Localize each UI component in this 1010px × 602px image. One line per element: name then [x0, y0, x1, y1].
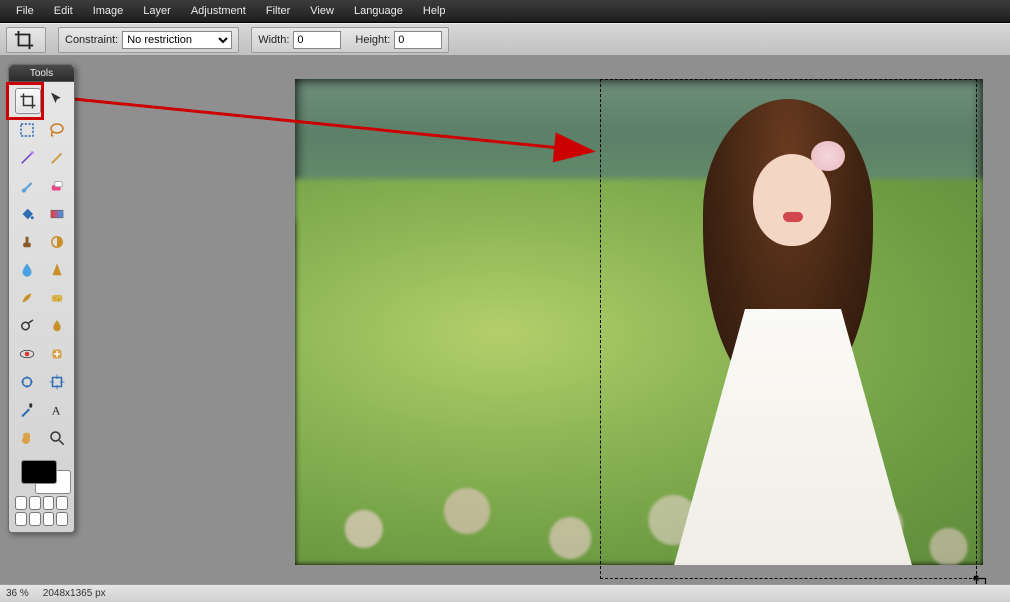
status-dimensions: 2048x1365 px — [43, 588, 106, 599]
preset-swatch[interactable] — [29, 512, 41, 526]
photo-content — [295, 79, 983, 565]
size-group: Width: Height: — [251, 27, 449, 53]
tools-panel-title: Tools — [9, 65, 74, 82]
menu-file[interactable]: File — [6, 0, 44, 22]
preset-swatch[interactable] — [43, 496, 55, 510]
menu-edit[interactable]: Edit — [44, 0, 83, 22]
gradient-tool[interactable] — [45, 202, 69, 226]
tool-grid: A — [9, 82, 74, 456]
pencil-tool[interactable] — [45, 146, 69, 170]
zoom-tool[interactable] — [45, 426, 69, 450]
burn-tool[interactable] — [45, 314, 69, 338]
move-tool[interactable] — [45, 88, 69, 112]
color-replace-tool[interactable] — [45, 230, 69, 254]
preset-swatch[interactable] — [43, 512, 55, 526]
smudge-tool[interactable] — [15, 286, 39, 310]
constraint-group: Constraint: No restriction — [58, 27, 239, 53]
marquee-tool[interactable] — [15, 118, 39, 142]
hand-tool[interactable] — [15, 426, 39, 450]
spot-heal-tool[interactable] — [45, 342, 69, 366]
menu-adjustment[interactable]: Adjustment — [181, 0, 256, 22]
preset-swatch[interactable] — [15, 512, 27, 526]
preset-swatch[interactable] — [56, 496, 68, 510]
height-input[interactable] — [394, 31, 442, 49]
menu-bar: File Edit Image Layer Adjustment Filter … — [0, 0, 1010, 23]
bloat-tool[interactable] — [15, 370, 39, 394]
preset-swatches — [9, 496, 74, 532]
crop-icon — [13, 29, 35, 51]
constraint-label: Constraint: — [65, 34, 118, 46]
dodge-tool[interactable] — [15, 314, 39, 338]
width-input[interactable] — [293, 31, 341, 49]
preset-swatch[interactable] — [56, 512, 68, 526]
status-zoom: 36 % — [6, 588, 29, 599]
menu-view[interactable]: View — [300, 0, 344, 22]
sharpen-tool[interactable] — [45, 258, 69, 282]
menu-filter[interactable]: Filter — [256, 0, 300, 22]
options-tool-indicator — [6, 27, 46, 53]
preset-swatch[interactable] — [29, 496, 41, 510]
wand-tool[interactable] — [15, 146, 39, 170]
options-bar: Constraint: No restriction Width: Height… — [0, 23, 1010, 57]
constraint-select[interactable]: No restriction — [122, 31, 232, 49]
type-tool[interactable]: A — [45, 398, 69, 422]
lasso-tool[interactable] — [45, 118, 69, 142]
menu-language[interactable]: Language — [344, 0, 413, 22]
height-label: Height: — [355, 34, 390, 46]
blur-tool[interactable] — [15, 258, 39, 282]
status-bar: 36 % 2048x1365 px — [0, 584, 1010, 602]
tools-panel: Tools A — [8, 64, 75, 533]
crop-tool[interactable] — [15, 88, 41, 114]
pinch-tool[interactable] — [45, 370, 69, 394]
width-label: Width: — [258, 34, 289, 46]
menu-image[interactable]: Image — [83, 0, 134, 22]
menu-layer[interactable]: Layer — [133, 0, 181, 22]
color-swatches[interactable] — [15, 458, 68, 492]
eraser-tool[interactable] — [45, 174, 69, 198]
preset-swatch[interactable] — [15, 496, 27, 510]
sponge-tool[interactable] — [45, 286, 69, 310]
workspace[interactable] — [0, 55, 1010, 585]
clone-stamp-tool[interactable] — [15, 230, 39, 254]
brush-tool[interactable] — [15, 174, 39, 198]
paint-bucket-tool[interactable] — [15, 202, 39, 226]
menu-help[interactable]: Help — [413, 0, 456, 22]
eyedropper-tool[interactable] — [15, 398, 39, 422]
red-eye-tool[interactable] — [15, 342, 39, 366]
canvas[interactable] — [295, 79, 983, 565]
svg-text:A: A — [52, 404, 61, 418]
foreground-color-swatch[interactable] — [21, 460, 57, 484]
